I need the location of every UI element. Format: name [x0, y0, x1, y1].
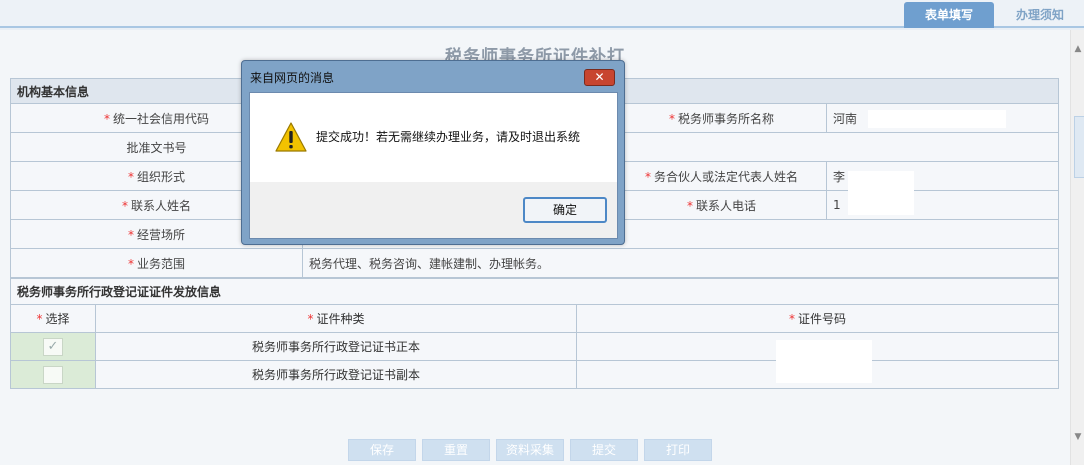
- checkbox-unchecked-icon[interactable]: [43, 365, 63, 384]
- close-icon[interactable]: ✕: [584, 69, 615, 86]
- column-header-type: * 证件种类: [95, 304, 577, 333]
- print-button[interactable]: 打印: [644, 439, 712, 461]
- table-row: ✓ 税务师事务所行政登记证书正本 91: [10, 332, 1060, 361]
- tab-form-fill[interactable]: 表单填写: [904, 2, 994, 28]
- certificate-table: 税务师事务所行政登记证证件发放信息 * 选择 * 证件种类 * 证件号码 ✓ 税务师事…: [9, 278, 1060, 389]
- redaction-mask: [868, 110, 1006, 128]
- dialog-body: 提交成功！若无需继续办理业务，请及时退出系统 确定: [249, 92, 618, 239]
- table-row: * 业务范围 税务代理、税务咨询、建帐建制、办理帐务。: [10, 248, 1060, 278]
- scroll-up-arrow-icon[interactable]: ▲: [1073, 44, 1083, 54]
- section-title-certificate: 税务师事务所行政登记证证件发放信息: [9, 278, 1060, 305]
- cert-type-cell: 税务师事务所行政登记证书副本: [95, 360, 577, 389]
- field-label: * 务合伙人或法定代表人姓名: [616, 161, 827, 191]
- vertical-scrollbar[interactable]: ▲ ▼: [1070, 30, 1084, 465]
- select-cell: ✓: [10, 332, 96, 361]
- message-dialog: 来自网页的消息 ✕ 提交成功！若无需继续办理业务，请及时退出系统 确定: [241, 60, 625, 245]
- field-label: * 联系人电话: [616, 190, 827, 220]
- field-label: * 业务范围: [10, 248, 303, 278]
- scroll-down-arrow-icon[interactable]: ▼: [1073, 432, 1083, 442]
- column-header-select: * 选择: [10, 304, 96, 333]
- column-header-number: * 证件号码: [575, 304, 1060, 333]
- warning-icon: [275, 122, 307, 152]
- table-header-row: * 选择 * 证件种类 * 证件号码: [10, 304, 1060, 333]
- select-cell: [10, 360, 96, 389]
- save-button[interactable]: 保存: [348, 439, 416, 461]
- reset-button[interactable]: 重置: [422, 439, 490, 461]
- side-float-tab[interactable]: [1074, 116, 1084, 178]
- redaction-mask: [776, 340, 872, 383]
- business-scope-field[interactable]: 税务代理、税务咨询、建帐建制、办理帐务。: [301, 248, 1060, 278]
- collect-material-button[interactable]: 资料采集: [496, 439, 564, 461]
- cert-type-cell: 税务师事务所行政登记证书正本: [95, 332, 577, 361]
- top-tab-bar: 表单填写 办理须知: [0, 0, 1084, 28]
- redaction-mask: [848, 171, 914, 215]
- ok-button[interactable]: 确定: [523, 197, 607, 223]
- checkbox-checked-icon[interactable]: ✓: [43, 337, 63, 356]
- dialog-title: 来自网页的消息: [250, 71, 335, 85]
- table-row: 税务师事务所行政登记证书副本 91: [10, 360, 1060, 389]
- tab-guide[interactable]: 办理须知: [996, 2, 1084, 28]
- field-label: * 税务师事务所名称: [616, 103, 827, 133]
- dialog-footer: 确定: [250, 182, 617, 238]
- dialog-message: 提交成功！若无需继续办理业务，请及时退出系统: [316, 130, 581, 144]
- submit-button[interactable]: 提交: [570, 439, 638, 461]
